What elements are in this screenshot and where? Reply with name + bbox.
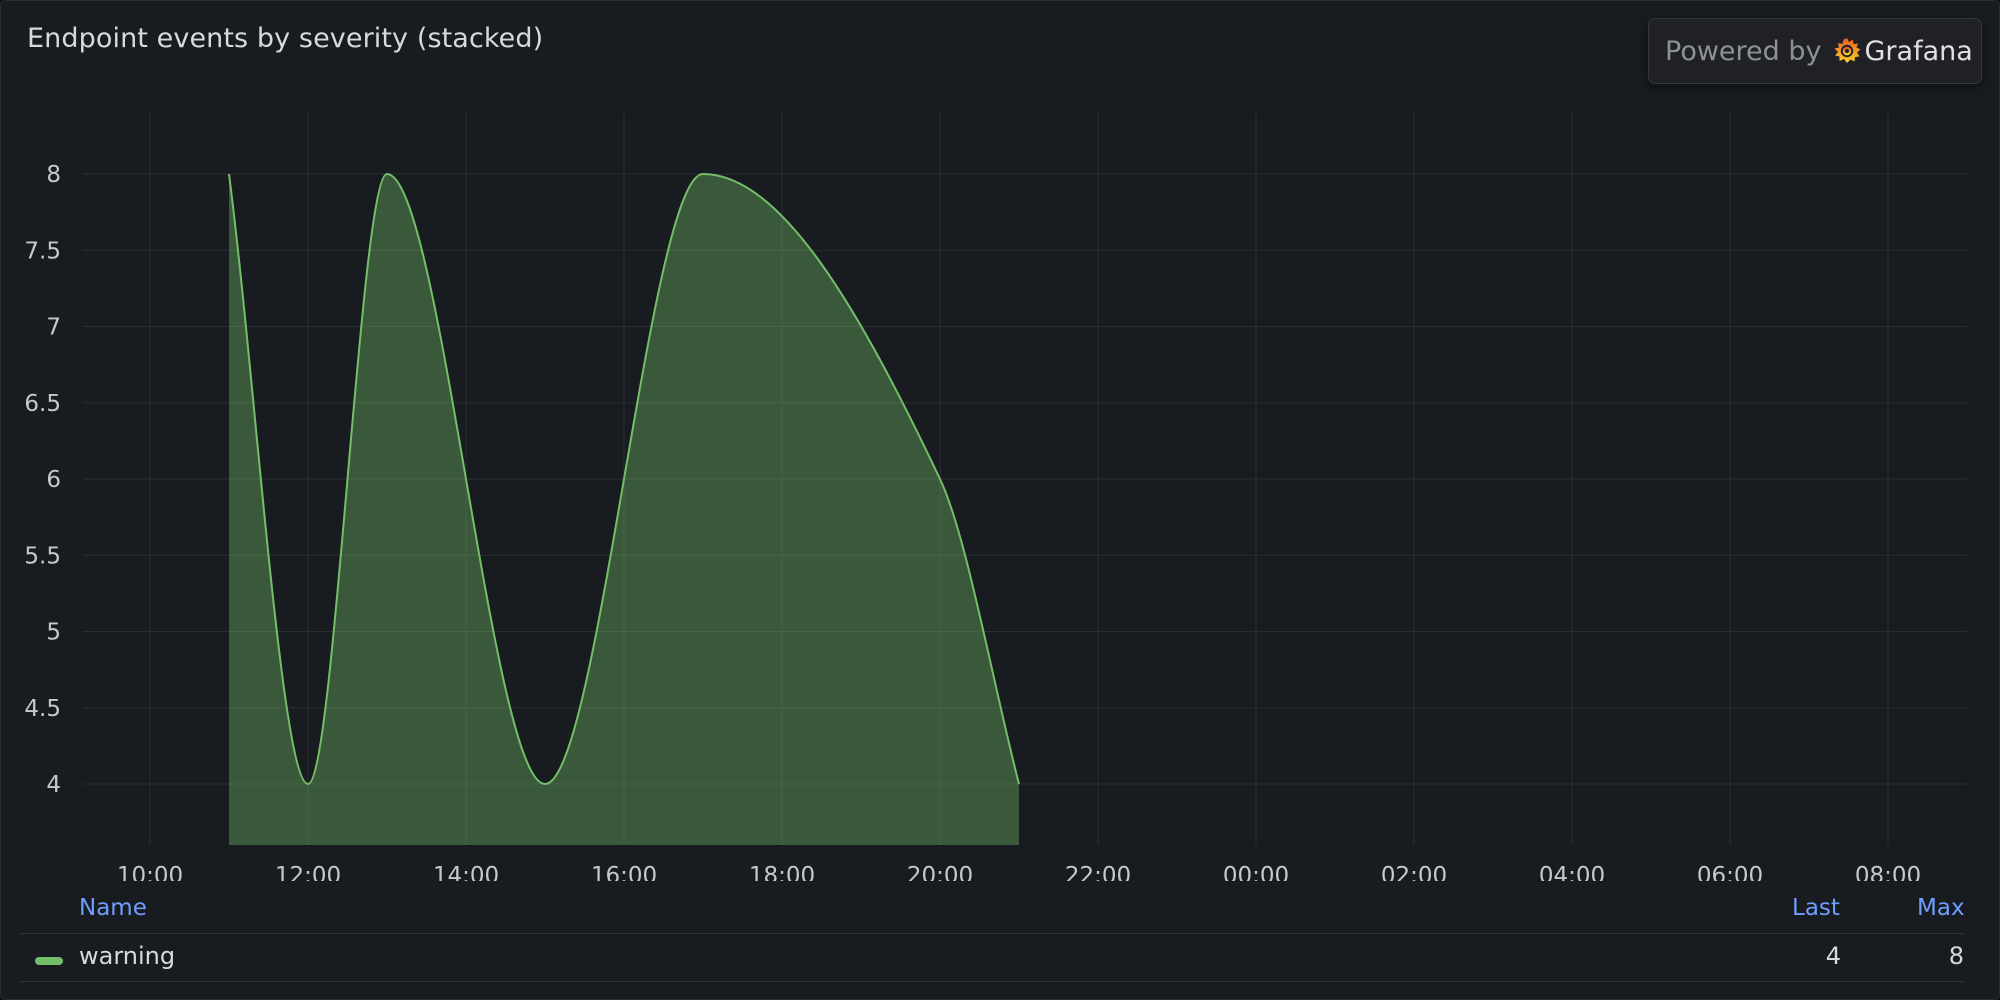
x-tick-label: 10:00 [117, 863, 183, 881]
legend-divider-bottom [19, 981, 1964, 982]
legend-header-last[interactable]: Last [1792, 895, 1840, 921]
y-tick-label: 8 [46, 162, 61, 188]
legend-series-swatch [35, 957, 63, 965]
y-tick-label: 6 [46, 467, 61, 493]
y-tick-label: 7.5 [24, 238, 61, 264]
y-tick-label: 4 [46, 772, 61, 798]
legend-row[interactable]: warning 4 8 [1, 935, 1999, 981]
legend-series-last: 4 [1825, 942, 1841, 970]
x-tick-label: 20:00 [907, 863, 973, 881]
legend-header: Name Last Max [1, 889, 1999, 933]
x-tick-label: 12:00 [275, 863, 341, 881]
x-tick-label: 02:00 [1381, 863, 1447, 881]
x-tick-label: 18:00 [749, 863, 815, 881]
chart-plot: 4 4.5 5 5.5 6 6.5 7 7.5 8 10:00 12:00 14:00 16:00 18:… [24, 113, 1967, 881]
legend-header-name[interactable]: Name [79, 895, 147, 921]
x-tick-label: 00:00 [1223, 863, 1289, 881]
y-tick-label: 5 [46, 620, 61, 646]
legend-series-name[interactable]: warning [79, 942, 175, 970]
y-tick-label: 6.5 [24, 391, 61, 417]
x-tick-label: 04:00 [1539, 863, 1605, 881]
y-tick-label: 7 [46, 315, 61, 341]
panel: Endpoint events by severity (stacked) Po… [0, 0, 2000, 1000]
legend-series-max: 8 [1948, 942, 1964, 970]
x-tick-label: 16:00 [591, 863, 657, 881]
y-tick-label: 4.5 [24, 696, 61, 722]
x-tick-label: 08:00 [1855, 863, 1921, 881]
legend-header-max[interactable]: Max [1917, 895, 1965, 921]
x-tick-label: 14:00 [433, 863, 499, 881]
legend-divider [19, 933, 1964, 934]
y-tick-label: 5.5 [24, 543, 61, 569]
x-tick-label: 06:00 [1697, 863, 1763, 881]
x-tick-label: 22:00 [1065, 863, 1131, 881]
